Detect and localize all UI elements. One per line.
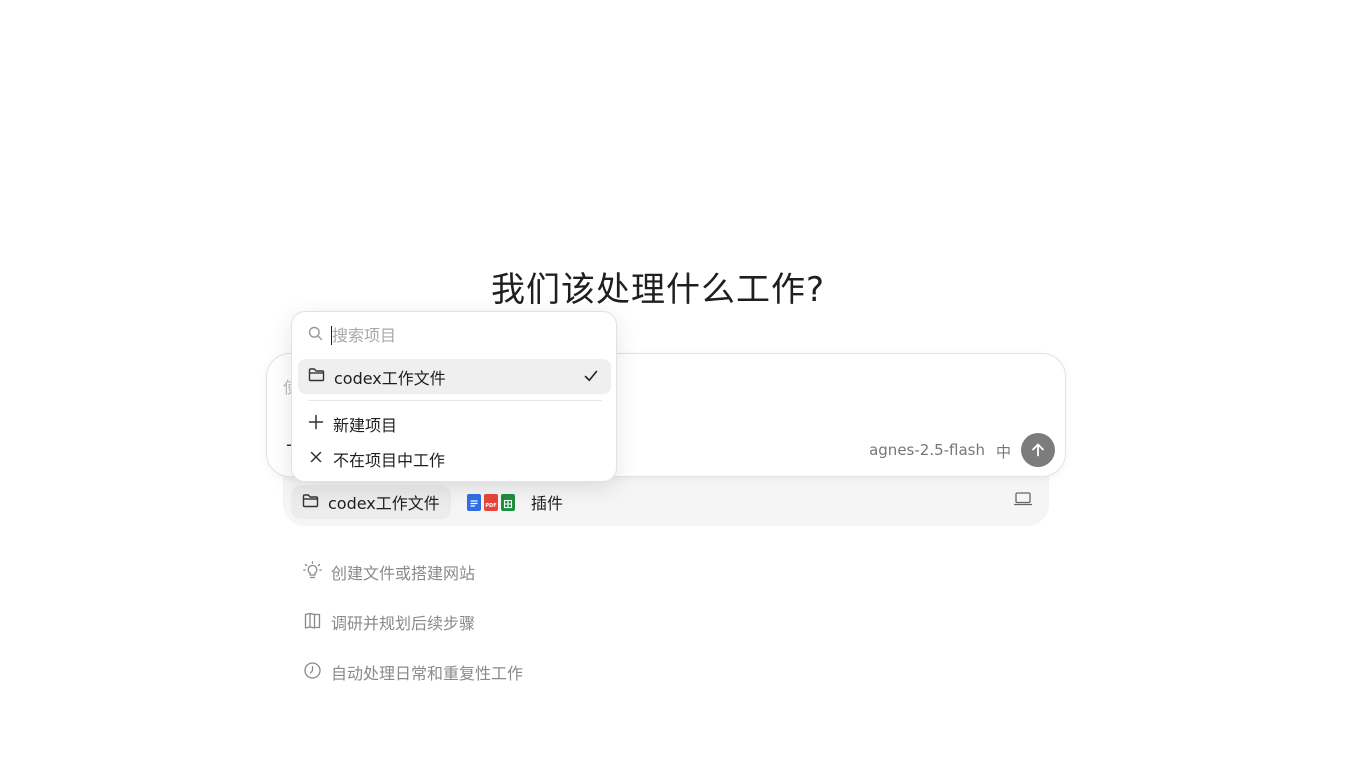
new-project-label: 新建项目 xyxy=(333,415,398,435)
close-icon xyxy=(308,449,324,469)
docs-icon xyxy=(467,493,481,511)
lightbulb-icon xyxy=(303,560,322,584)
model-selector[interactable]: agnes-2.5-flash xyxy=(869,441,985,459)
project-search xyxy=(308,326,582,345)
plugins-button[interactable]: PDF 插件 xyxy=(467,485,563,519)
pdf-icon: PDF xyxy=(484,493,498,511)
no-project-label: 不在项目中工作 xyxy=(333,450,446,470)
search-icon xyxy=(308,326,323,345)
sheets-icon xyxy=(501,493,515,511)
plugins-label: 插件 xyxy=(531,494,564,513)
suggestion-label: 调研并规划后续步骤 xyxy=(331,614,476,633)
pdf-icon-text: PDF xyxy=(485,502,497,509)
suggestion-create-files[interactable]: 创建文件或搭建网站 xyxy=(303,558,523,586)
page-title: 我们该处理什么工作? xyxy=(490,270,826,310)
suggestion-research[interactable]: 调研并规划后续步骤 xyxy=(303,608,523,636)
input-language-indicator[interactable]: 中 xyxy=(996,441,1011,462)
page: 我们该处理什么工作? codex工作文件 PDF 插件 agnes-2.5-fl… xyxy=(0,0,1360,778)
suggestion-label: 自动处理日常和重复性工作 xyxy=(331,664,524,683)
book-icon xyxy=(303,611,322,634)
suggestion-list: 创建文件或搭建网站 调研并规划后续步骤 自动处理日常和重复性工作 xyxy=(303,558,523,708)
laptop-icon[interactable] xyxy=(1013,491,1035,513)
project-search-input[interactable] xyxy=(331,326,582,345)
project-dropdown: codex工作文件 新建项目 不在项目中工作 xyxy=(291,311,617,482)
folder-icon xyxy=(308,367,325,386)
project-option-label: codex工作文件 xyxy=(334,368,446,388)
suggestion-automate[interactable]: 自动处理日常和重复性工作 xyxy=(303,658,523,686)
clock-icon xyxy=(303,661,322,684)
arrow-up-icon xyxy=(1032,443,1044,457)
new-project-button[interactable]: 新建项目 xyxy=(298,406,611,441)
send-button[interactable] xyxy=(1021,433,1055,467)
project-chip-label: codex工作文件 xyxy=(328,494,440,513)
no-project-button[interactable]: 不在项目中工作 xyxy=(298,441,611,476)
project-selector-chip[interactable]: codex工作文件 xyxy=(291,485,451,519)
suggestion-label: 创建文件或搭建网站 xyxy=(331,564,476,583)
plus-icon xyxy=(308,414,324,434)
dropdown-divider xyxy=(308,400,602,401)
folder-icon xyxy=(302,493,319,512)
project-option-codex[interactable]: codex工作文件 xyxy=(298,359,611,394)
checkmark-icon xyxy=(583,368,599,388)
